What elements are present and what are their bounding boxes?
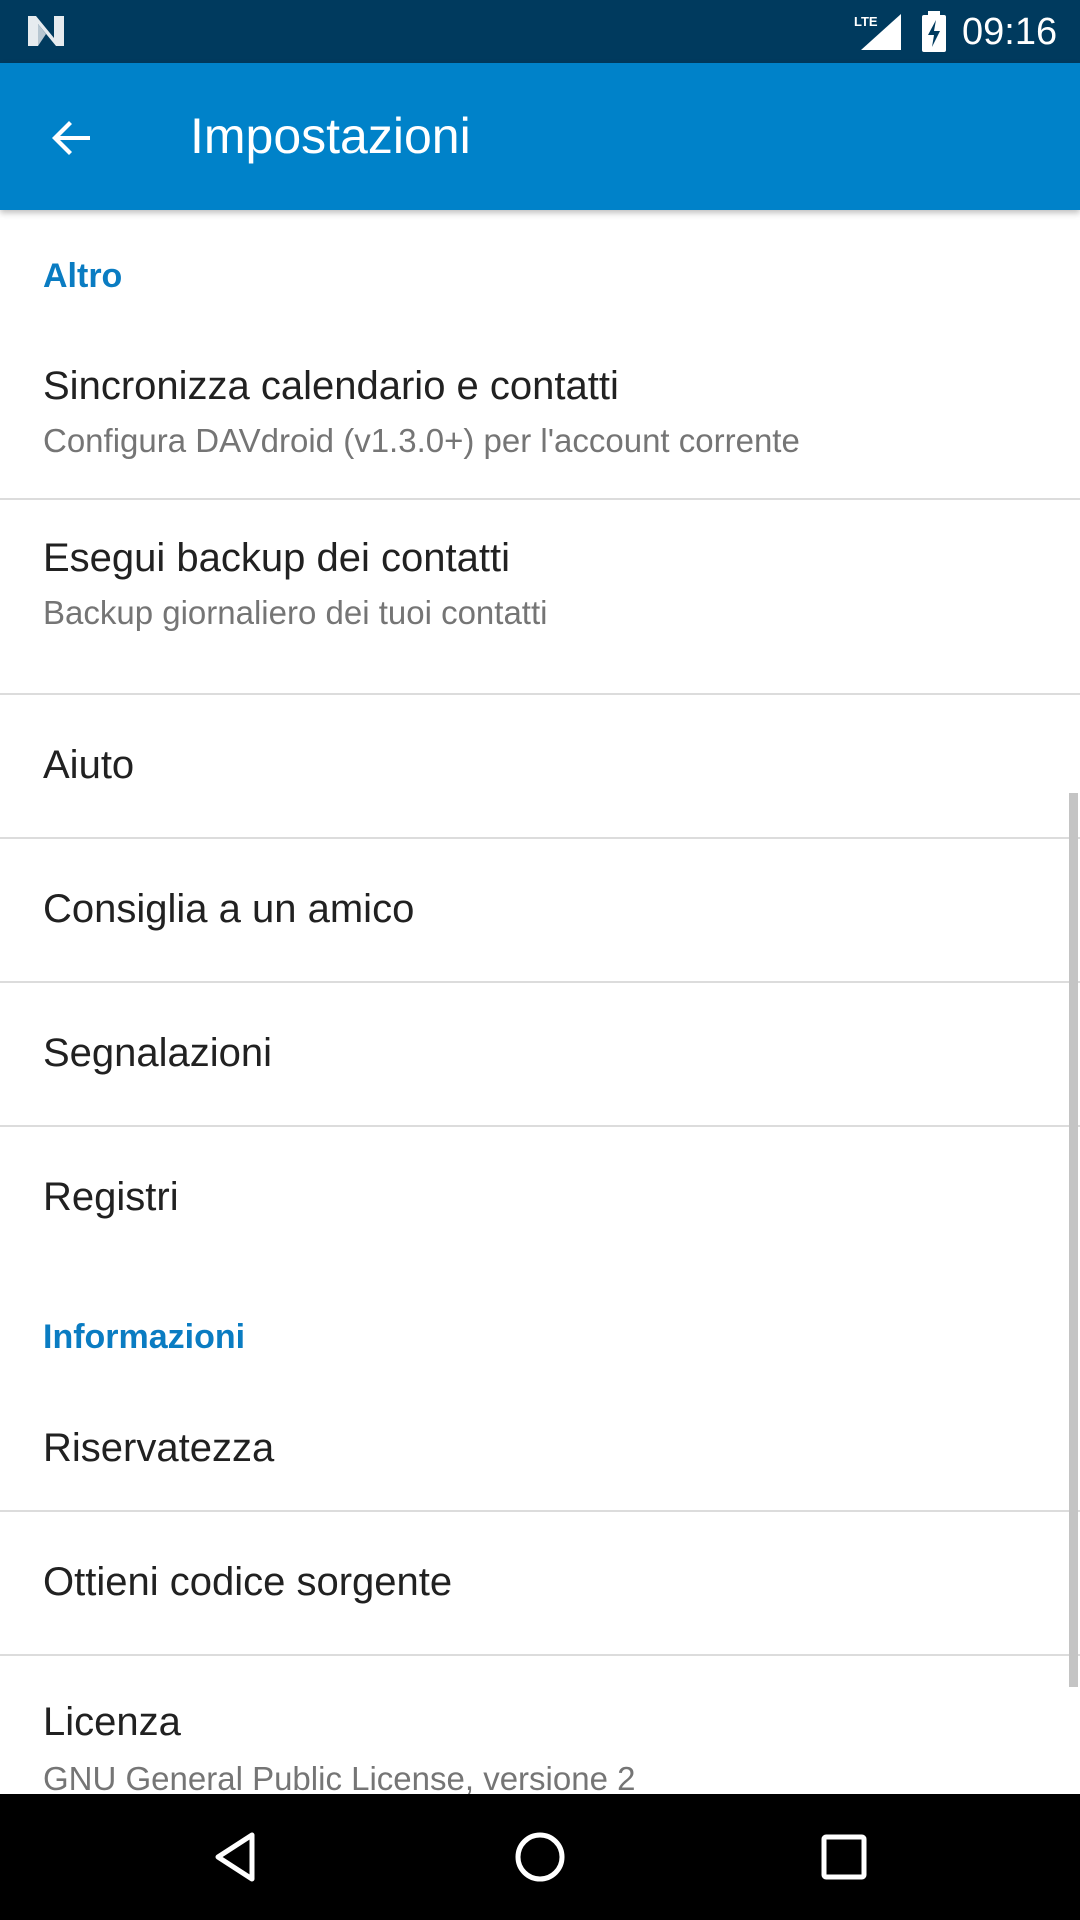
nav-recents-button[interactable] xyxy=(799,1812,889,1902)
navigation-bar xyxy=(0,1794,1080,1920)
pref-summary: Configura DAVdroid (v1.3.0+) per l'accou… xyxy=(43,422,800,459)
back-button[interactable] xyxy=(30,96,114,180)
battery-charging-icon xyxy=(922,11,946,52)
pref-title: Consiglia a un amico xyxy=(43,887,415,931)
pref-license[interactable]: Licenza GNU General Public License, vers… xyxy=(0,1656,1080,1794)
pref-title: Esegui backup dei contatti xyxy=(43,536,510,580)
notification-n-icon xyxy=(28,16,64,46)
pref-source-code[interactable]: Ottieni codice sorgente xyxy=(0,1512,1080,1654)
pref-summary: GNU General Public License, versione 2 xyxy=(43,1760,636,1794)
pref-recommend[interactable]: Consiglia a un amico xyxy=(0,839,1080,981)
section-header-altro: Altro xyxy=(43,257,123,295)
section-header-informazioni: Informazioni xyxy=(43,1318,246,1356)
app-bar: Impostazioni xyxy=(0,63,1080,210)
pref-feedback[interactable]: Segnalazioni xyxy=(0,983,1080,1125)
settings-list[interactable]: Altro Sincronizza calendario e contatti … xyxy=(0,210,1080,1794)
pref-logs[interactable]: Registri xyxy=(0,1127,1080,1269)
scrollbar[interactable] xyxy=(1069,793,1078,1687)
arrow-back-icon xyxy=(52,121,90,155)
nav-back-button[interactable] xyxy=(191,1812,281,1902)
status-clock: 09:16 xyxy=(962,11,1058,53)
pref-title: Registri xyxy=(43,1175,179,1219)
network-type-label: LTE xyxy=(854,14,878,29)
pref-title: Sincronizza calendario e contatti xyxy=(43,364,619,408)
square-recents-icon xyxy=(821,1834,867,1880)
pref-summary: Backup giornaliero dei tuoi contatti xyxy=(43,594,548,631)
pref-title: Riservatezza xyxy=(43,1426,275,1470)
pref-backup-contacts[interactable]: Esegui backup dei contatti Backup giorna… xyxy=(0,500,1080,694)
pref-privacy[interactable]: Riservatezza xyxy=(0,1380,1080,1520)
pref-title: Aiuto xyxy=(43,743,135,787)
pref-title: Segnalazioni xyxy=(43,1031,273,1075)
pref-title: Ottieni codice sorgente xyxy=(43,1560,453,1604)
page-title: Impostazioni xyxy=(190,108,471,164)
status-bar: LTE 09:16 xyxy=(0,0,1080,63)
pref-title: Licenza xyxy=(43,1700,181,1744)
nav-home-button[interactable] xyxy=(495,1812,585,1902)
triangle-back-icon xyxy=(215,1832,255,1882)
lte-signal-icon: LTE xyxy=(854,14,901,50)
pref-sync-calendar-contacts[interactable]: Sincronizza calendario e contatti Config… xyxy=(0,338,1080,508)
pref-help[interactable]: Aiuto xyxy=(0,695,1080,837)
circle-home-icon xyxy=(515,1832,565,1882)
